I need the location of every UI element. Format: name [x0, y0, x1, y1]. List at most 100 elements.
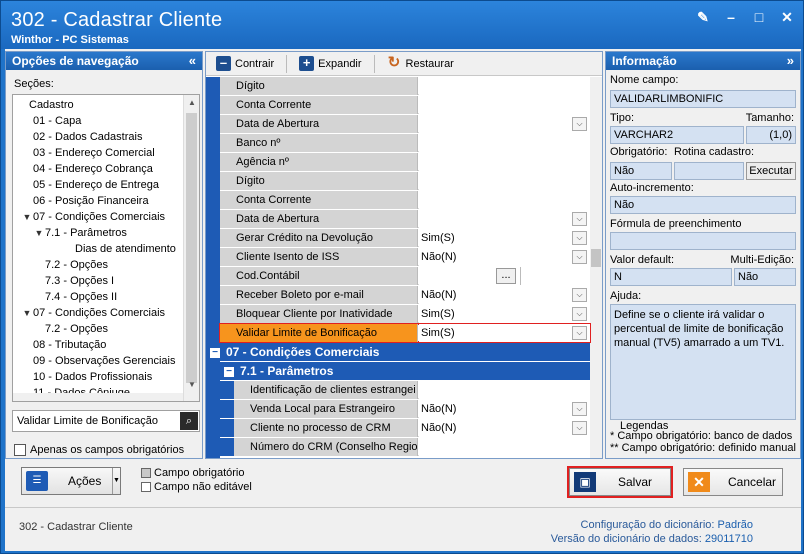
tree-item[interactable]: Cadastro — [17, 97, 74, 113]
tree-item[interactable]: Dias de atendimento — [63, 241, 176, 257]
chevron-down-icon[interactable]: ⌵ — [572, 117, 587, 131]
grid-scrollbar[interactable] — [590, 77, 602, 458]
tree-item[interactable]: 04 - Endereço Cobrança — [21, 161, 153, 177]
tree-item[interactable]: 01 - Capa — [21, 113, 81, 129]
restore-button[interactable]: ↻ Restaurar — [381, 54, 460, 74]
field-row[interactable]: Conta Corrente — [220, 96, 590, 114]
chevron-down-icon[interactable]: ⌵ — [572, 326, 587, 340]
tree-item-label: 7.1 - Parâmetros — [45, 227, 127, 239]
field-row[interactable]: Venda Local para Estrangeiro Não(N) ⌵ — [220, 400, 590, 418]
cancel-button[interactable]: ✕ Cancelar — [683, 468, 783, 496]
tree-expander-icon[interactable]: ▼ — [33, 225, 45, 241]
chevron-down-icon[interactable]: ⌵ — [572, 231, 587, 245]
collapse-label: Contrair — [235, 57, 275, 70]
tree-item[interactable]: 7.4 - Opções II — [33, 289, 117, 305]
field-row[interactable]: Agência nº — [220, 153, 590, 171]
expand-panel-icon[interactable]: » — [787, 52, 794, 70]
field-value-input[interactable]: Não(N) — [419, 400, 590, 418]
field-value-input[interactable]: Sim(S) — [419, 324, 590, 342]
save-button[interactable]: ▣ Salvar — [567, 466, 673, 498]
field-value-input[interactable] — [419, 191, 590, 209]
tree-item[interactable]: 05 - Endereço de Entrega — [21, 177, 159, 193]
tree-item[interactable]: ▼ 7.1 - Parâmetros — [33, 225, 127, 241]
tree-item-label: 06 - Posição Financeira — [33, 195, 149, 207]
field-value-input[interactable]: Sim(S) — [419, 305, 590, 323]
field-value-input[interactable] — [419, 438, 590, 456]
chevron-down-icon[interactable]: ⌵ — [572, 402, 587, 416]
expand-button[interactable]: + Expandir — [293, 54, 367, 74]
actions-button[interactable]: ☰ Ações ▼ — [21, 467, 121, 495]
field-row[interactable]: Identificação de clientes estrangei — [220, 381, 590, 399]
field-row[interactable]: Número do CRM (Conselho Region — [220, 438, 590, 456]
group-header[interactable]: −7.1 - Parâmetros — [220, 362, 590, 380]
group-collapse-icon[interactable]: − — [210, 347, 220, 358]
chevron-down-icon[interactable]: ⌵ — [572, 288, 587, 302]
search-icon[interactable]: ⌕ — [180, 412, 198, 430]
tree-item[interactable]: 10 - Dados Profissionais — [21, 369, 152, 385]
field-value-input[interactable] — [419, 153, 590, 171]
field-row[interactable]: Data de Abertura ⌵ — [220, 210, 590, 228]
close-icon[interactable]: ✕ — [779, 9, 795, 25]
field-row[interactable]: Cliente no processo de CRM Não(N) ⌵ — [220, 419, 590, 437]
tree-expander-icon[interactable]: ▼ — [21, 209, 33, 225]
collapse-panel-icon[interactable]: « — [189, 52, 196, 70]
field-value-input[interactable]: Não(N) — [419, 248, 590, 266]
field-row[interactable]: Banco nº — [220, 134, 590, 152]
only-required-checkbox[interactable] — [14, 444, 26, 456]
tree-item[interactable]: ▼ 07 - Condições Comerciais — [21, 305, 166, 321]
tree-item[interactable]: ▼ 07 - Condições Comerciais — [21, 209, 166, 225]
field-value-input[interactable] — [419, 210, 590, 228]
field-value-input[interactable] — [419, 115, 590, 133]
tree-item[interactable]: 7.3 - Opções I — [33, 273, 114, 289]
field-row[interactable]: Data de Abertura ⌵ — [220, 115, 590, 133]
group-collapse-icon[interactable]: − — [224, 366, 234, 377]
field-value-input[interactable] — [419, 77, 590, 95]
field-row[interactable]: Cliente Isento de ISS Não(N) ⌵ — [220, 248, 590, 266]
sections-tree[interactable]: 11 - Dados Cônjuge10 - Dados Profissiona… — [12, 94, 200, 402]
field-row[interactable]: Conta Corrente — [220, 191, 590, 209]
section-search-input[interactable]: Validar Limite de Bonificação ⌕ — [12, 410, 200, 432]
edit-window-icon[interactable]: ✎ — [695, 9, 711, 25]
field-row[interactable]: Gerar Crédito na Devolução Sim(S) ⌵ — [220, 229, 590, 247]
field-row[interactable]: Receber Boleto por e-mail Não(N) ⌵ — [220, 286, 590, 304]
tree-item[interactable]: 08 - Tributação — [21, 337, 106, 353]
tree-item[interactable]: 09 - Observações Gerenciais — [21, 353, 175, 369]
tree-scroll-thumb[interactable] — [186, 113, 197, 383]
chevron-down-icon[interactable]: ⌵ — [572, 250, 587, 264]
field-value-input[interactable] — [419, 134, 590, 152]
field-row[interactable]: Dígito — [220, 77, 590, 95]
minimize-icon[interactable]: – — [723, 9, 739, 25]
field-value-input[interactable] — [419, 96, 590, 114]
tree-item-label: 7.4 - Opções II — [45, 291, 118, 303]
group-header[interactable]: −07 - Condições Comerciais — [206, 343, 590, 361]
field-value-input[interactable]: Sim(S) — [419, 229, 590, 247]
tree-horizontal-scrollbar[interactable] — [13, 393, 183, 401]
tree-item[interactable]: 02 - Dados Cadastrais — [21, 129, 142, 145]
maximize-icon[interactable]: □ — [751, 9, 767, 25]
scroll-down-icon[interactable]: ▼ — [184, 377, 199, 393]
field-value-input[interactable] — [419, 172, 590, 190]
chevron-down-icon[interactable]: ⌵ — [572, 307, 587, 321]
execute-button[interactable]: Executar — [746, 162, 796, 180]
field-row[interactable]: Bloquear Cliente por Inatividade Sim(S) ⌵ — [220, 305, 590, 323]
grid-scroll-thumb[interactable] — [591, 249, 601, 267]
tree-scrollbar[interactable]: ▲ ▼ — [183, 95, 199, 401]
tree-item[interactable]: 7.2 - Opções — [33, 321, 108, 337]
tree-item[interactable]: 06 - Posição Financeira — [21, 193, 149, 209]
field-value-input[interactable]: Não(N) — [419, 419, 590, 437]
chevron-down-icon[interactable]: ⌵ — [572, 212, 587, 226]
only-required-row[interactable]: Apenas os campos obrigatórios — [14, 444, 184, 456]
collapse-button[interactable]: – Contrair — [210, 54, 280, 74]
tree-expander-icon[interactable]: ▼ — [21, 305, 33, 321]
scroll-up-icon[interactable]: ▲ — [184, 95, 199, 111]
tree-item[interactable]: 7.2 - Opções — [33, 257, 108, 273]
lookup-button[interactable]: ... — [496, 268, 516, 284]
field-row-selected[interactable]: Validar Limite de Bonificação Sim(S) ⌵ — [219, 323, 591, 343]
field-row[interactable]: Cod.Contábil... — [220, 267, 590, 285]
field-value-input[interactable]: Não(N) — [419, 286, 590, 304]
dropdown-arrow-icon[interactable]: ▼ — [112, 468, 120, 494]
tree-item[interactable]: 03 - Endereço Comercial — [21, 145, 155, 161]
field-row[interactable]: Dígito — [220, 172, 590, 190]
field-value-input[interactable] — [419, 381, 590, 399]
chevron-down-icon[interactable]: ⌵ — [572, 421, 587, 435]
